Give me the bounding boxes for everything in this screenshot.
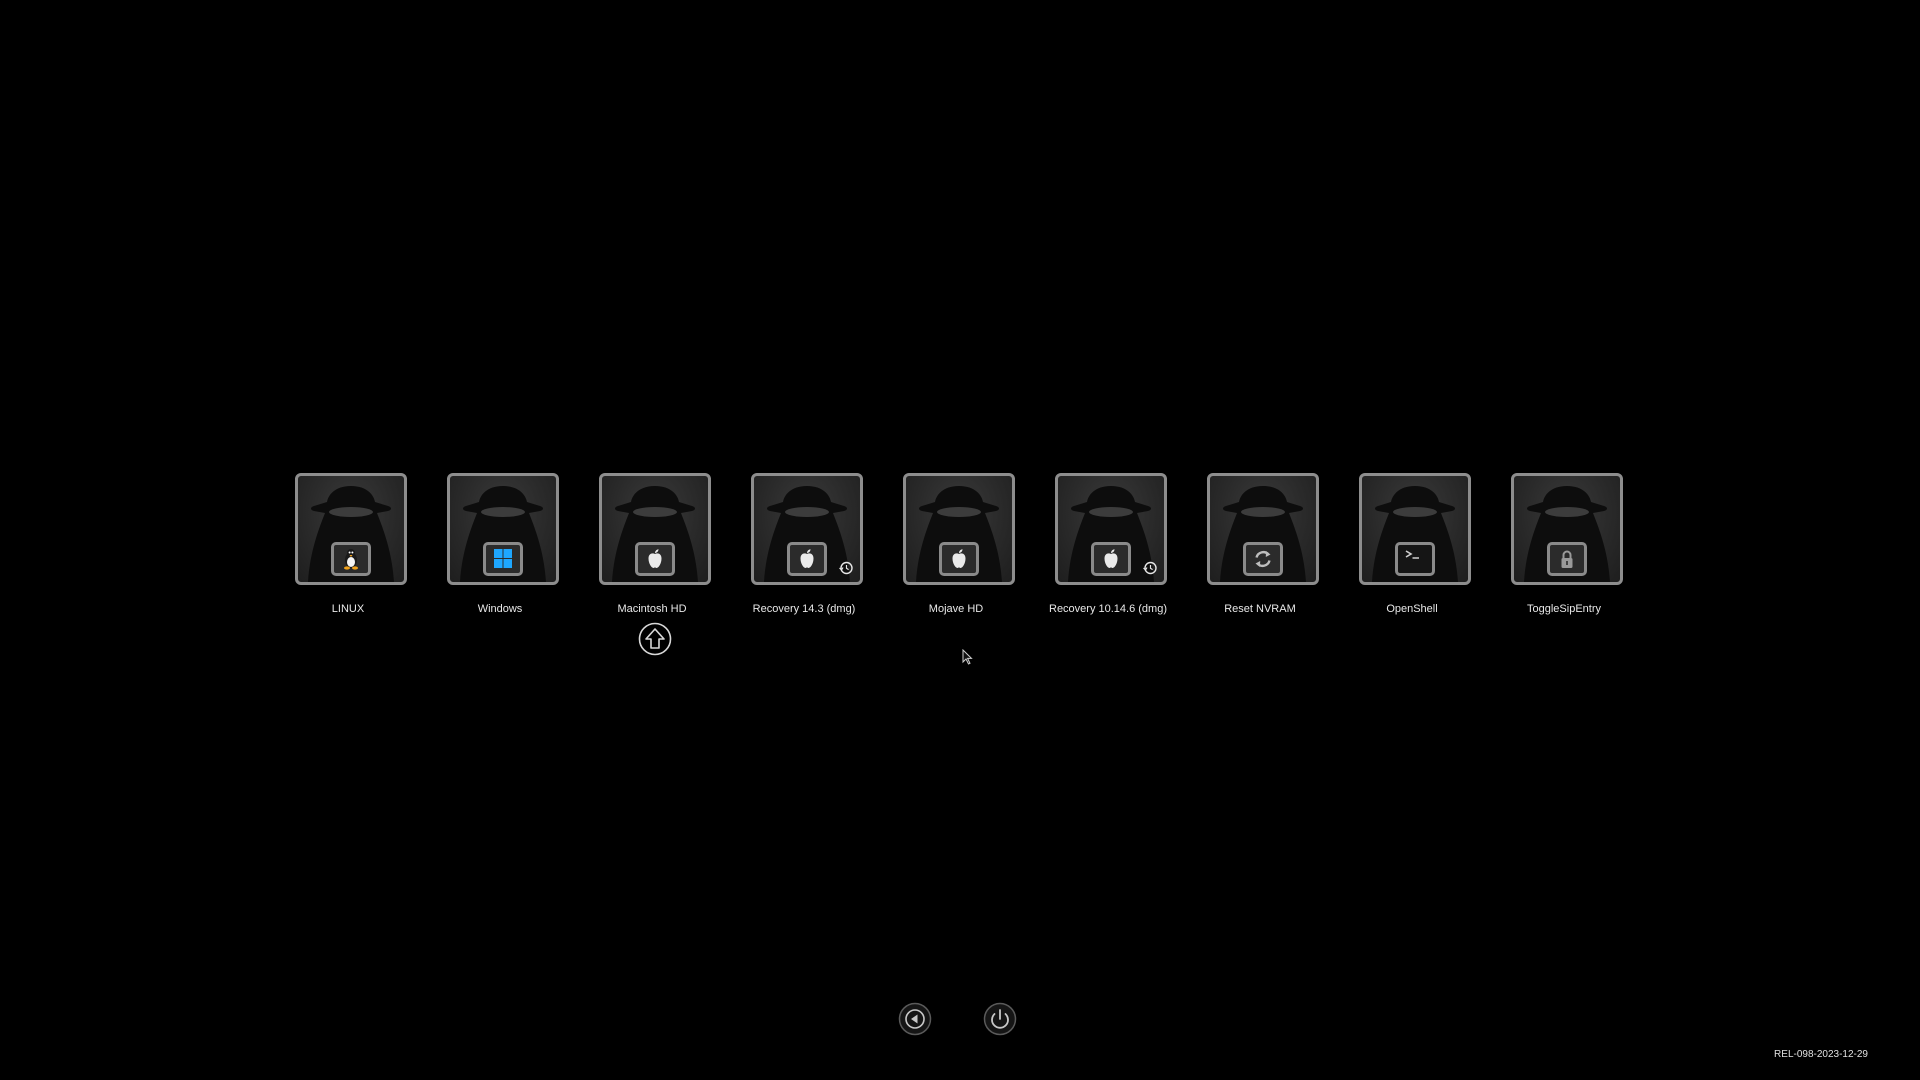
entry-label: Mojave HD bbox=[928, 603, 984, 615]
boot-entry-openshell[interactable]: OpenShell bbox=[1354, 471, 1506, 639]
entry-label: Macintosh HD bbox=[617, 603, 687, 615]
hooded-figure-icon bbox=[599, 473, 711, 585]
entry-label: Recovery 10.14.6 (dmg) bbox=[1049, 603, 1167, 615]
power-icon[interactable] bbox=[983, 1002, 1017, 1036]
hooded-figure-icon bbox=[751, 473, 863, 585]
boot-entries: LINUX Windows Macintosh HD Recovery 14.3… bbox=[290, 471, 1658, 639]
apple-logo-icon bbox=[1091, 542, 1131, 576]
hooded-figure-icon bbox=[295, 473, 407, 585]
version-label: REL-098-2023-12-29 bbox=[1774, 1049, 1868, 1060]
entry-label: ToggleSipEntry bbox=[1527, 603, 1601, 615]
linux-penguin-icon bbox=[331, 542, 371, 576]
hooded-figure-icon bbox=[1207, 473, 1319, 585]
entry-label: LINUX bbox=[331, 603, 365, 615]
boot-entry-macintosh-hd[interactable]: Macintosh HD bbox=[594, 471, 746, 639]
boot-entry-linux[interactable]: LINUX bbox=[290, 471, 442, 639]
entry-label: OpenShell bbox=[1386, 603, 1438, 615]
apple-logo-icon bbox=[939, 542, 979, 576]
lock-icon bbox=[1547, 542, 1587, 576]
recovery-clock-icon bbox=[839, 561, 853, 575]
boot-entry-mojave-hd[interactable]: Mojave HD bbox=[898, 471, 1050, 639]
boot-entry-reset-nvram[interactable]: Reset NVRAM bbox=[1202, 471, 1354, 639]
boot-entry-windows[interactable]: Windows bbox=[442, 471, 594, 639]
entry-label: Windows bbox=[477, 603, 523, 615]
recovery-clock-icon bbox=[1143, 561, 1157, 575]
apple-logo-icon bbox=[787, 542, 827, 576]
up-arrow-selector-icon bbox=[638, 622, 672, 656]
boot-picker-screen: LINUX Windows Macintosh HD Recovery 14.3… bbox=[0, 0, 1920, 1080]
bottom-controls bbox=[898, 1002, 1023, 1036]
terminal-prompt-icon bbox=[1395, 542, 1435, 576]
reset-arrows-icon bbox=[1243, 542, 1283, 576]
hooded-figure-icon bbox=[903, 473, 1015, 585]
hooded-figure-icon bbox=[1359, 473, 1471, 585]
boot-entry-recovery-14-3[interactable]: Recovery 14.3 (dmg) bbox=[746, 471, 898, 639]
entry-label: Reset NVRAM bbox=[1224, 603, 1296, 615]
entry-label: Recovery 14.3 (dmg) bbox=[752, 603, 856, 615]
hooded-figure-icon bbox=[1511, 473, 1623, 585]
apple-logo-icon bbox=[635, 542, 675, 576]
restart-left-arrow-icon[interactable] bbox=[898, 1002, 932, 1036]
hooded-figure-icon bbox=[1055, 473, 1167, 585]
mouse-pointer-icon bbox=[962, 649, 973, 665]
hooded-figure-icon bbox=[447, 473, 559, 585]
boot-entry-recovery-10-14-6[interactable]: Recovery 10.14.6 (dmg) bbox=[1049, 471, 1202, 639]
boot-entry-togglesipentry[interactable]: ToggleSipEntry bbox=[1506, 471, 1658, 639]
windows-logo-icon bbox=[483, 542, 523, 576]
